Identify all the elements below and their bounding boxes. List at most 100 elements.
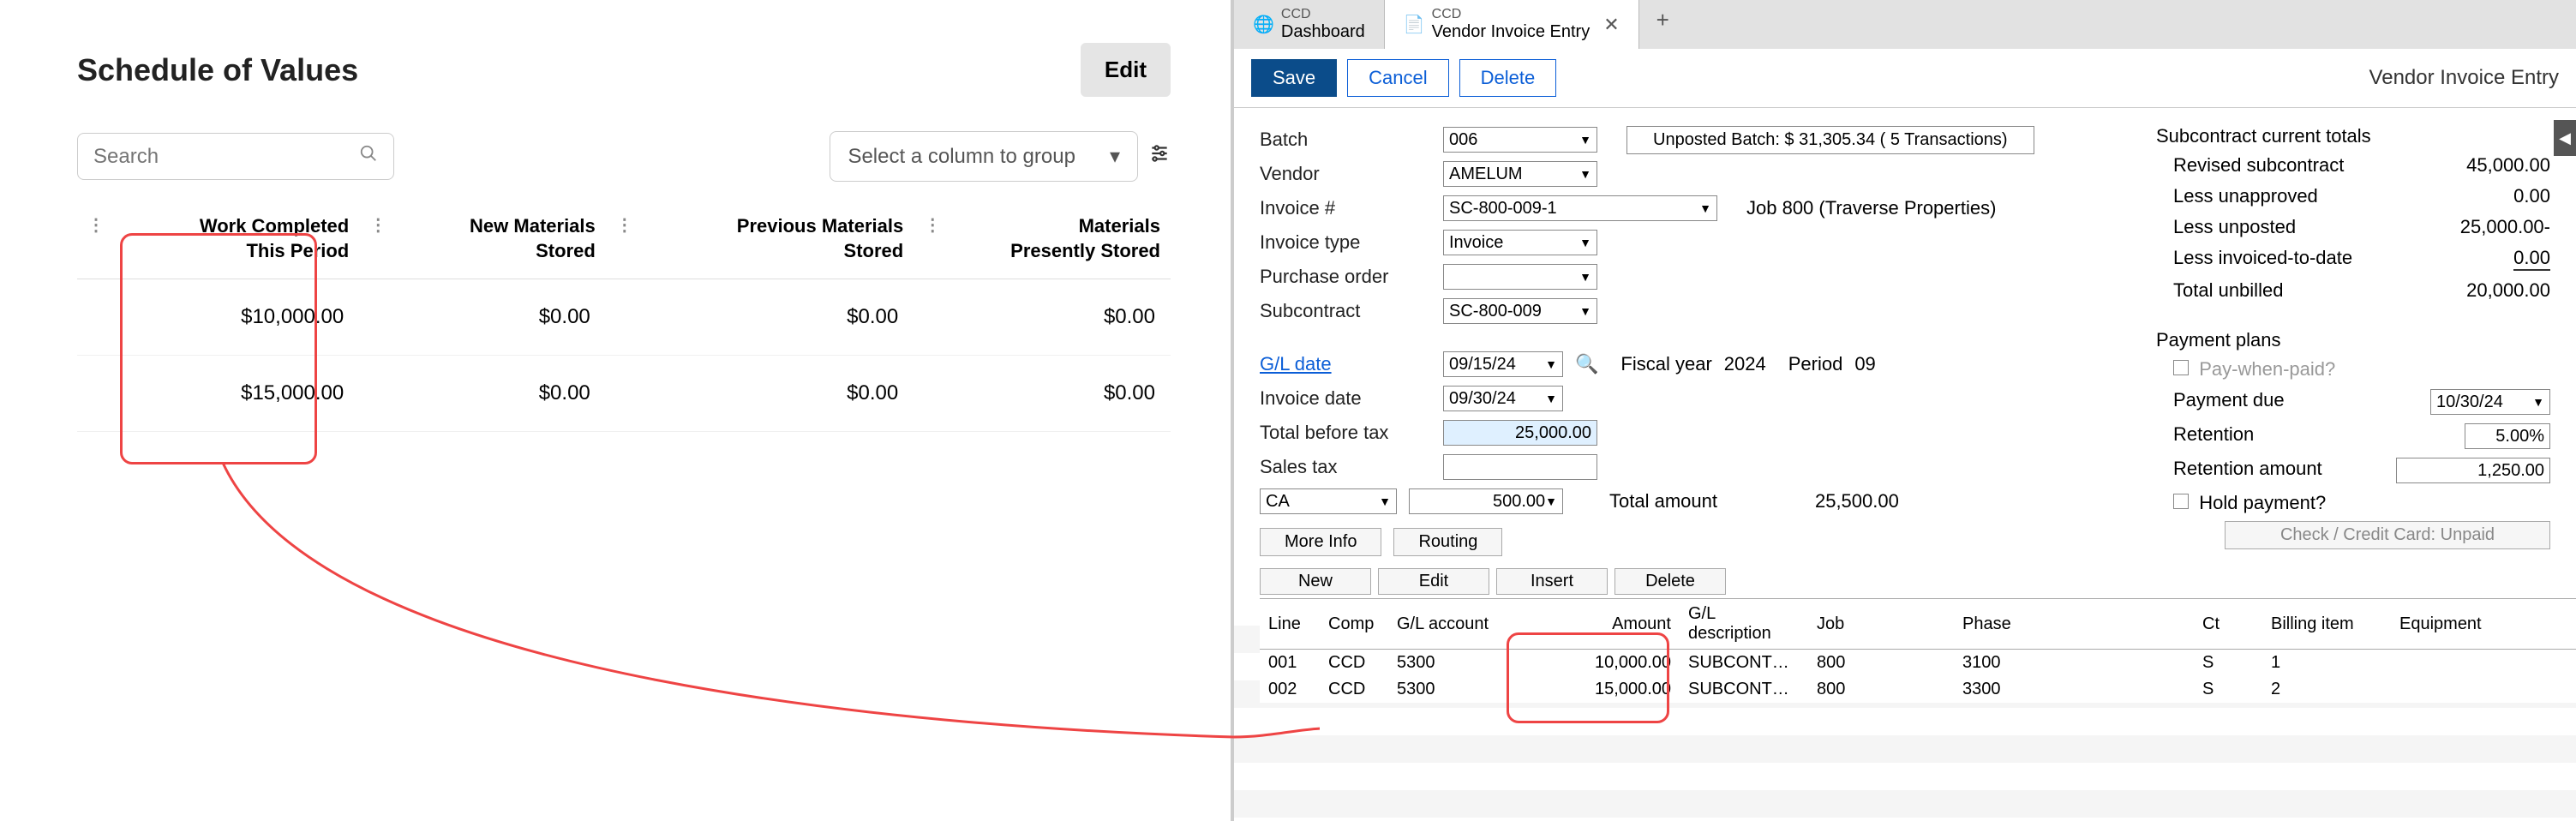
magnify-icon[interactable]: 🔍 [1575,353,1598,375]
invoice-num-select[interactable]: SC-800-009-1▼ [1443,195,1717,221]
cell: 10,000.00 [1517,650,1680,677]
column-menu-icon[interactable]: ⋮ [924,214,941,237]
cell: $0.00 [914,356,1171,432]
edit-button[interactable]: Edit [1081,43,1171,97]
gl-date-link[interactable]: G/L date [1260,353,1431,375]
file-icon: 📄 [1404,14,1425,35]
col-desc[interactable]: G/L description [1680,599,1808,650]
sov-header-row: ⋮Work CompletedThis Period ⋮New Material… [77,199,1171,279]
retention-amt-input[interactable] [2396,458,2550,483]
payment-plans-header: Payment plans [2156,329,2550,351]
sales-tax-input[interactable] [1443,454,1597,480]
action-toolbar: Save Cancel Delete Vendor Invoice Entry [1234,49,2576,108]
grid-insert-button[interactable]: Insert [1496,568,1608,595]
cell: S [2194,676,2262,703]
total-before-tax-input[interactable] [1443,420,1597,446]
cell: 800 [1808,676,1954,703]
table-row[interactable]: $15,000.00$0.00$0.00$0.00 [77,356,1171,432]
col-equip[interactable]: Equipment [2391,599,2576,650]
add-tab-button[interactable]: + [1639,0,1686,49]
search-input[interactable] [93,145,359,169]
hold-checkbox[interactable] [2173,494,2189,509]
retention-amt-label: Retention amount [2156,458,2322,483]
table-row[interactable]: $10,000.00$0.00$0.00$0.00 [77,279,1171,356]
cell [2391,676,2576,703]
invoice-type-select[interactable]: Invoice▼ [1443,230,1597,255]
tab-company-label: CCD [1281,7,1365,22]
grid-wrap: Line Comp G/L account Amount G/L descrip… [1234,598,2576,821]
invoice-job-label: Job 800 (Traverse Properties) [1746,197,1996,219]
period-value: 09 [1854,353,1875,375]
col-prev-materials[interactable]: ⋮Previous MaterialsStored [606,199,914,279]
col-line[interactable]: Line [1260,599,1320,650]
payment-due-select[interactable]: 10/30/24▼ [2430,389,2550,415]
subcontract-select[interactable]: SC-800-009▼ [1443,298,1597,324]
group-select-label: Select a column to group [848,145,1075,169]
col-amount[interactable]: Amount [1517,599,1680,650]
pwp-checkbox[interactable] [2173,360,2189,375]
more-info-button[interactable]: More Info [1260,528,1381,556]
sov-table: ⋮Work CompletedThis Period ⋮New Material… [77,199,1171,432]
delete-button[interactable]: Delete [1459,59,1557,97]
invoice-date-select[interactable]: 09/30/24▼ [1443,386,1563,411]
col-gl[interactable]: G/L account [1388,599,1517,650]
gl-date-select[interactable]: 09/15/24▼ [1443,351,1563,377]
col-new-materials[interactable]: ⋮New MaterialsStored [359,199,606,279]
search-box[interactable] [77,133,394,180]
col-phase[interactable]: Phase [1954,599,2194,650]
col-bill[interactable]: Billing item [2262,599,2391,650]
col-presently-stored[interactable]: ⋮MaterialsPresently Stored [914,199,1171,279]
chevron-down-icon: ▼ [1579,133,1591,147]
col-comp[interactable]: Comp [1320,599,1388,650]
tax-code-select[interactable]: CA▼ [1260,488,1397,514]
tab-company-label: CCD [1432,7,1591,22]
batch-select[interactable]: 006▼ [1443,127,1597,153]
cell: $0.00 [359,279,606,356]
cell: CCD [1320,676,1388,703]
close-icon[interactable]: ✕ [1603,14,1619,36]
check-credit-button[interactable]: Check / Credit Card: Unpaid [2225,521,2550,549]
side-info: Subcontract current totals Revised subco… [2156,125,2550,556]
po-select[interactable]: ▼ [1443,264,1597,290]
column-menu-icon[interactable]: ⋮ [87,214,105,237]
form-area: Batch 006▼ Unposted Batch: $ 31,305.34 (… [1234,108,2576,565]
grid-edit-button[interactable]: Edit [1378,568,1489,595]
cell: SUBCONT… [1680,676,1808,703]
cell: S [2194,650,2262,677]
cell: SUBCONT… [1680,650,1808,677]
grid-row[interactable]: 002CCD530015,000.00SUBCONT…8003300S2 [1260,676,2576,703]
fiscal-year-label: Fiscal year [1620,353,1711,375]
grid-row[interactable]: 001CCD530010,000.00SUBCONT…8003100S1 [1260,650,2576,677]
invoice-num-label: Invoice # [1260,197,1431,219]
batch-label: Batch [1260,129,1431,151]
grid-new-button[interactable]: New [1260,568,1371,595]
col-job[interactable]: Job [1808,599,1954,650]
save-button[interactable]: Save [1251,59,1337,97]
group-select[interactable]: Select a column to group ▾ [830,131,1138,182]
column-menu-icon[interactable]: ⋮ [369,214,386,237]
chevron-down-icon: ▼ [1579,304,1591,318]
revised-label: Revised subcontract [2156,154,2344,177]
col-ct[interactable]: Ct [2194,599,2262,650]
routing-button[interactable]: Routing [1393,528,1502,556]
chevron-down-icon: ▼ [1545,392,1557,405]
column-menu-icon[interactable]: ⋮ [616,214,633,237]
chevron-down-icon: ▼ [1699,201,1711,215]
form-left-col: Batch 006▼ Unposted Batch: $ 31,305.34 (… [1260,125,2034,556]
tune-icon[interactable] [1148,142,1171,171]
chevron-down-icon: ▼ [2532,395,2544,409]
vendor-select[interactable]: AMELUM▼ [1443,161,1597,187]
tab-vendor-invoice[interactable]: 📄 CCD Vendor Invoice Entry ✕ [1385,0,1639,49]
chevron-down-icon: ▼ [1545,494,1557,508]
col-work-completed[interactable]: ⋮Work CompletedThis Period [77,199,359,279]
tab-dashboard[interactable]: 🌐 CCD Dashboard [1234,0,1385,49]
side-handle[interactable]: ◀ [2554,120,2576,156]
page-title: Vendor Invoice Entry [2369,66,2559,90]
cell: $15,000.00 [77,356,359,432]
cancel-button[interactable]: Cancel [1347,59,1448,97]
tax-amount-select[interactable]: 500.00▼ [1409,488,1563,514]
retention-input[interactable] [2465,423,2550,449]
grid-delete-button[interactable]: Delete [1614,568,1726,595]
revised-value: 45,000.00 [2466,154,2550,177]
total-amount-label: Total amount [1609,490,1717,512]
